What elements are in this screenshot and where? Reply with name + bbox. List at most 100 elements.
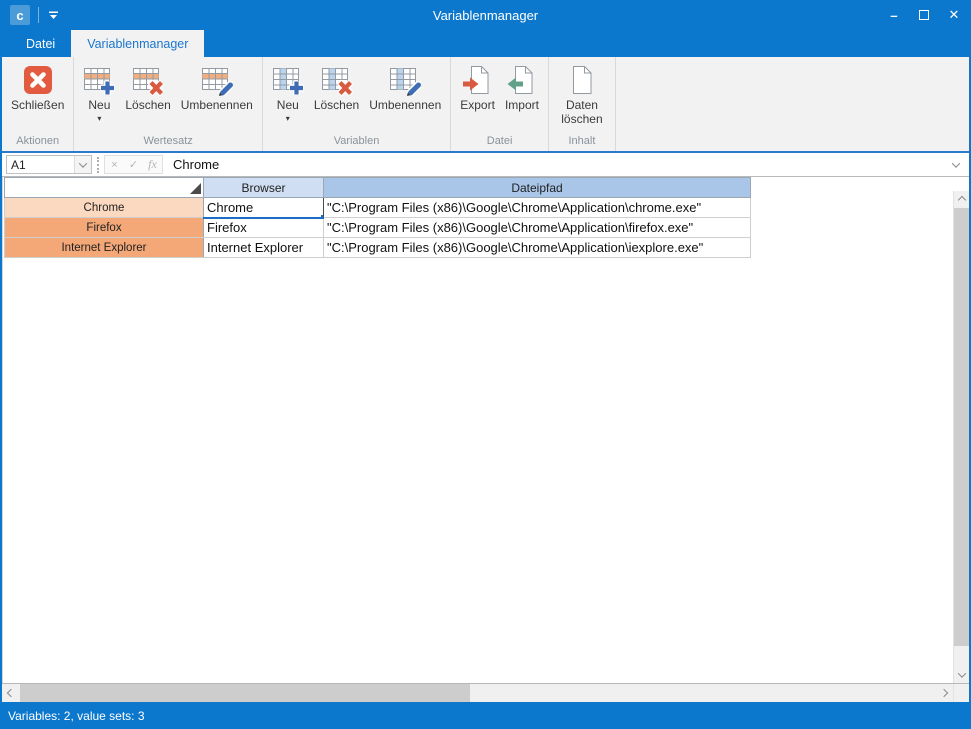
row-header-firefox[interactable]: Firefox (5, 218, 204, 238)
close-button[interactable]: ✕ (939, 0, 969, 30)
scroll-down-button[interactable] (954, 666, 969, 683)
titlebar-separator (38, 7, 39, 23)
group-label: Aktionen (2, 134, 73, 151)
schliessen-button[interactable]: Schließen (6, 61, 69, 113)
select-all-corner[interactable] (5, 178, 204, 198)
scroll-left-button[interactable] (2, 684, 20, 702)
table-col-rename-icon (389, 64, 421, 96)
chevron-down-icon (79, 159, 87, 167)
cell-path-internet-explorer[interactable]: "C:\Program Files (x86)\Google\Chrome\Ap… (324, 238, 751, 258)
ribbon-group-aktionen: Schließen Aktionen (2, 57, 74, 151)
formula-input[interactable]: Chrome (169, 155, 947, 174)
wertesatz-umbenennen-button[interactable]: Umbenennen (176, 61, 258, 113)
row-header-internet-explorer[interactable]: Internet Explorer (5, 238, 204, 258)
horizontal-scrollbar-track[interactable] (20, 684, 935, 702)
wertesatz-loeschen-button[interactable]: Löschen (120, 61, 175, 113)
close-x-icon (22, 64, 54, 96)
scrollbar-corner (953, 684, 969, 702)
cell-name-box[interactable]: A1 (6, 155, 92, 174)
namebox-dropdown-button[interactable] (74, 156, 91, 173)
column-header-dateipfad[interactable]: Dateipfad (324, 178, 751, 198)
group-label: Wertesatz (74, 134, 261, 151)
cell-reference: A1 (7, 158, 74, 172)
export-button[interactable]: Export (455, 61, 500, 113)
chevron-up-icon (957, 195, 965, 203)
cell-text: Chrome (207, 200, 253, 215)
button-label: Neu (88, 99, 110, 113)
table-row-add-icon (83, 64, 115, 96)
spreadsheet-area: Browser Dateipfad Chrome Chrome "C:\Prog… (2, 177, 969, 683)
button-label: Schließen (11, 99, 64, 113)
column-header-browser[interactable]: Browser (204, 178, 324, 198)
status-bar: Variables: 2, value sets: 3 (2, 702, 969, 729)
maximize-icon (919, 10, 929, 20)
cell-browser-chrome[interactable]: Chrome (204, 198, 324, 218)
cell-path-firefox[interactable]: "C:\Program Files (x86)\Google\Chrome\Ap… (324, 218, 751, 238)
status-text: Variables: 2, value sets: 3 (8, 709, 145, 723)
chevron-down-icon (952, 159, 960, 167)
accept-entry-button[interactable]: ✓ (124, 156, 143, 173)
horizontal-scrollbar-thumb[interactable] (20, 684, 470, 702)
ribbon-group-inhalt: Daten löschen Inhalt (549, 57, 616, 151)
button-label: Löschen (314, 99, 359, 113)
button-label: Import (505, 99, 539, 113)
button-label: Daten löschen (558, 99, 606, 127)
window-controls: – ✕ (879, 0, 969, 30)
data-grid: Browser Dateipfad Chrome Chrome "C:\Prog… (4, 177, 751, 258)
daten-loeschen-button[interactable]: Daten löschen (553, 61, 611, 127)
scroll-up-button[interactable] (954, 191, 969, 208)
button-label: Export (460, 99, 495, 113)
dropdown-arrow-icon: ▾ (97, 115, 101, 123)
tab-variablenmanager[interactable]: Variablenmanager (71, 30, 204, 57)
chevron-down-icon (957, 669, 965, 677)
cancel-entry-button[interactable]: × (105, 156, 124, 173)
import-button[interactable]: Import (500, 61, 544, 113)
chevron-right-icon (940, 689, 948, 697)
scroll-right-button[interactable] (935, 684, 953, 702)
formula-value: Chrome (173, 157, 219, 172)
ribbon-group-wertesatz: Neu ▾ Löschen (74, 57, 262, 151)
dropdown-arrow-icon: ▾ (286, 115, 290, 123)
quick-access-dropdown-icon[interactable] (47, 9, 60, 21)
formula-bar: A1 × ✓ fx Chrome (2, 153, 969, 177)
maximize-button[interactable] (909, 0, 939, 30)
table-col-add-icon (272, 64, 304, 96)
row-header-chrome[interactable]: Chrome (5, 198, 204, 218)
ribbon-tab-row: Datei Variablenmanager (2, 30, 969, 57)
table-row: Chrome Chrome "C:\Program Files (x86)\Go… (5, 198, 751, 218)
variablen-neu-button[interactable]: Neu ▾ (267, 61, 309, 123)
table-col-delete-icon (321, 64, 353, 96)
table-row-rename-icon (201, 64, 233, 96)
button-label: Neu (277, 99, 299, 113)
title-bar: c Variablenmanager – ✕ (2, 0, 969, 30)
table-row: Firefox Firefox "C:\Program Files (x86)\… (5, 218, 751, 238)
group-label: Inhalt (549, 134, 615, 151)
doc-blank-icon (566, 64, 598, 96)
horizontal-scrollbar[interactable] (2, 683, 969, 702)
variablen-umbenennen-button[interactable]: Umbenennen (364, 61, 446, 113)
doc-export-icon (462, 64, 494, 96)
cell-browser-firefox[interactable]: Firefox (204, 218, 324, 238)
variablen-loeschen-button[interactable]: Löschen (309, 61, 364, 113)
minimize-button[interactable]: – (879, 0, 909, 30)
formula-bar-grip[interactable] (97, 157, 99, 173)
vertical-scrollbar[interactable] (953, 191, 969, 683)
vertical-scrollbar-thumb[interactable] (954, 208, 969, 646)
corner-triangle-icon (190, 183, 201, 194)
cell-browser-internet-explorer[interactable]: Internet Explorer (204, 238, 324, 258)
wertesatz-neu-button[interactable]: Neu ▾ (78, 61, 120, 123)
formula-expand-button[interactable] (947, 155, 965, 174)
insert-function-button[interactable]: fx (143, 156, 162, 173)
doc-import-icon (506, 64, 538, 96)
table-row-delete-icon (132, 64, 164, 96)
formula-buttons: × ✓ fx (104, 155, 163, 174)
app-logo-icon[interactable]: c (10, 5, 30, 25)
button-label: Löschen (125, 99, 170, 113)
cell-path-chrome[interactable]: "C:\Program Files (x86)\Google\Chrome\Ap… (324, 198, 751, 218)
window-title: Variablenmanager (2, 8, 969, 23)
ribbon: Schließen Aktionen (2, 57, 969, 153)
ribbon-group-datei: Export Import Datei (451, 57, 549, 151)
fill-handle[interactable] (320, 214, 324, 218)
tab-datei[interactable]: Datei (10, 30, 71, 57)
button-label: Umbenennen (369, 99, 441, 113)
